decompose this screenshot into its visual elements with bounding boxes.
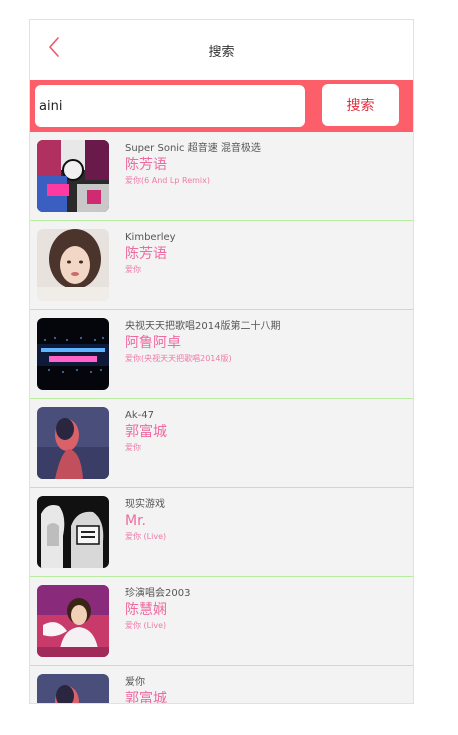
song-title: 爱你(央视天天把歌唱2014版) <box>125 354 232 363</box>
album-name: 爱你 <box>125 677 145 688</box>
artist-name: 陈芳语 <box>125 246 167 262</box>
album-cover <box>37 318 109 390</box>
search-button[interactable]: 搜索 <box>322 84 399 126</box>
song-title: 爱你 (Live) <box>125 532 167 541</box>
top-nav-bar: 搜索 <box>30 20 413 80</box>
result-text: Super Sonic 超音速 混音极选 陈芳语 爱你(6 And Lp Rem… <box>125 142 405 186</box>
album-name: Super Sonic 超音速 混音极选 <box>125 143 261 154</box>
album-name: 央视天天把歌唱2014版第二十八期 <box>125 321 281 332</box>
artist-name: 郭富城 <box>125 691 167 704</box>
artist-name: 阿鲁阿卓 <box>125 335 181 351</box>
search-bar: 搜索 <box>30 80 413 132</box>
result-text: 现实游戏 Mr. 爱你 (Live) <box>125 498 405 542</box>
search-result-list: Super Sonic 超音速 混音极选 陈芳语 爱你(6 And Lp Rem… <box>30 132 413 704</box>
result-item[interactable]: Super Sonic 超音速 混音极选 陈芳语 爱你(6 And Lp Rem… <box>30 132 413 221</box>
result-text: 珍演唱会2003 陈慧娴 爱你 (Live) <box>125 587 405 631</box>
search-input[interactable] <box>35 85 305 127</box>
result-text: 爱你 郭富城 <box>125 676 405 704</box>
result-item[interactable]: 爱你 郭富城 <box>30 666 413 704</box>
album-cover <box>37 674 109 703</box>
result-text: Kimberley 陈芳语 爱你 <box>125 231 405 275</box>
album-name: Ak-47 <box>125 410 154 421</box>
result-text: 央视天天把歌唱2014版第二十八期 阿鲁阿卓 爱你(央视天天把歌唱2014版) <box>125 320 405 364</box>
album-cover <box>37 585 109 657</box>
result-item[interactable]: Ak-47 郭富城 爱你 <box>30 399 413 488</box>
artist-name: 陈慧娴 <box>125 602 167 618</box>
artist-name: 陈芳语 <box>125 157 167 173</box>
album-name: 珍演唱会2003 <box>125 588 191 599</box>
chevron-left-icon <box>49 37 59 57</box>
back-button[interactable] <box>44 34 66 60</box>
song-title: 爱你 <box>125 443 141 452</box>
artist-name: 郭富城 <box>125 424 167 440</box>
song-title: 爱你(6 And Lp Remix) <box>125 176 210 185</box>
album-cover <box>37 407 109 479</box>
result-item[interactable]: 现实游戏 Mr. 爱你 (Live) <box>30 488 413 577</box>
song-title: 爱你 <box>125 265 141 274</box>
album-cover <box>37 496 109 568</box>
album-name: 现实游戏 <box>125 499 165 510</box>
result-item[interactable]: Kimberley 陈芳语 爱你 <box>30 221 413 310</box>
song-title: 爱你 (Live) <box>125 621 167 630</box>
result-text: Ak-47 郭富城 爱你 <box>125 409 405 453</box>
album-name: Kimberley <box>125 232 176 243</box>
result-item[interactable]: 珍演唱会2003 陈慧娴 爱你 (Live) <box>30 577 413 666</box>
artist-name: Mr. <box>125 513 146 529</box>
phone-frame: 搜索 搜索 Super Sonic 超音速 混音极 <box>29 19 414 704</box>
album-cover <box>37 140 109 212</box>
album-cover <box>37 229 109 301</box>
result-item[interactable]: 央视天天把歌唱2014版第二十八期 阿鲁阿卓 爱你(央视天天把歌唱2014版) <box>30 310 413 399</box>
page-title: 搜索 <box>208 44 235 60</box>
